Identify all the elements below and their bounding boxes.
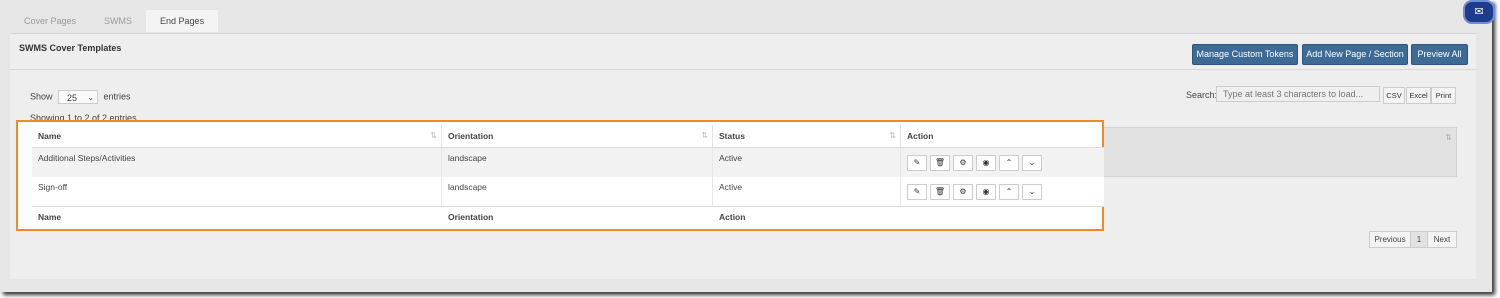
header-status-label: Status [719, 131, 745, 141]
show-label: Show [30, 91, 53, 102]
preview-all-button[interactable]: Preview All [1411, 44, 1468, 65]
chevron-up-icon[interactable]: ⌃ [999, 155, 1019, 171]
sort-icon: ⇅ [889, 131, 896, 140]
footer-action: Action [719, 212, 746, 222]
sort-icon: ⇅ [430, 131, 437, 140]
pagination-previous[interactable]: Previous [1369, 231, 1411, 248]
row-name: Sign-off [32, 177, 442, 206]
eye-icon[interactable]: ◉ [976, 155, 996, 171]
footer-name: Name [38, 212, 62, 222]
pagination-next[interactable]: Next [1427, 231, 1457, 248]
row-actions: ✎ 🗑 ⚙ ◉ ⌃ ⌄ [901, 149, 1104, 177]
table-header: Name ⇅ Orientation ⇅ Status ⇅ Action [32, 125, 1104, 148]
pagination-page-1[interactable]: 1 [1410, 231, 1428, 248]
panel-title: SWMS Cover Templates [19, 43, 122, 53]
edit-icon[interactable]: ✎ [907, 184, 927, 200]
entries-select-value: 25 [67, 93, 78, 103]
trash-icon[interactable]: 🗑 [930, 184, 950, 200]
row-status: Active [713, 148, 901, 177]
tab-swms[interactable]: SWMS [90, 10, 146, 32]
sort-icon: ⇅ [701, 131, 708, 140]
chevron-down-icon: ⌄ [87, 93, 95, 102]
manage-custom-tokens-button[interactable]: Manage Custom Tokens [1192, 44, 1298, 65]
mail-icon[interactable]: ✉ [1463, 0, 1495, 24]
panel-divider [10, 69, 1476, 70]
chevron-up-icon[interactable]: ⌃ [999, 184, 1019, 200]
table-row: Sign-off landscape Active ✎ 🗑 ⚙ ◉ ⌃ ⌄ [32, 177, 1104, 207]
row-orientation: landscape [442, 177, 713, 206]
header-orientation[interactable]: Orientation ⇅ [442, 125, 713, 147]
search-input[interactable] [1216, 86, 1380, 102]
row-status: Active [713, 177, 901, 206]
row-name: Additional Steps/Activities [32, 148, 442, 177]
highlighted-table: Name ⇅ Orientation ⇅ Status ⇅ Action Additi… [16, 120, 1104, 231]
header-name[interactable]: Name ⇅ [32, 125, 442, 147]
table-footer: Name Orientation Action [32, 207, 1104, 227]
search-label: Search: [1186, 90, 1218, 100]
header-action: Action [907, 131, 934, 141]
table-row: Additional Steps/Activities landscape Ac… [32, 148, 1104, 178]
gear-icon[interactable]: ⚙ [953, 155, 973, 171]
edit-icon[interactable]: ✎ [907, 155, 927, 171]
footer-empty [901, 207, 1104, 227]
entries-label: entries [103, 91, 131, 102]
print-button[interactable]: Print [1431, 87, 1456, 104]
header-orientation-label: Orientation [448, 131, 494, 141]
sort-icon: ⇅ [1445, 133, 1452, 142]
tab-bar: Cover Pages SWMS End Pages [10, 10, 219, 32]
row-orientation: landscape [442, 148, 713, 177]
entries-length: Show 25 ⌄ entries [30, 90, 131, 104]
excel-button[interactable]: Excel [1406, 87, 1431, 104]
csv-button[interactable]: CSV [1383, 87, 1405, 104]
eye-icon[interactable]: ◉ [976, 184, 996, 200]
add-new-page-button[interactable]: Add New Page / Section [1302, 44, 1408, 65]
header-status[interactable]: Status ⇅ [713, 125, 901, 147]
chevron-down-icon[interactable]: ⌄ [1022, 184, 1042, 200]
tab-cover-pages[interactable]: Cover Pages [10, 10, 90, 32]
chevron-down-icon[interactable]: ⌄ [1022, 155, 1042, 171]
row-actions: ✎ 🗑 ⚙ ◉ ⌃ ⌄ [901, 178, 1104, 206]
footer-orientation: Orientation [448, 212, 494, 222]
header-name-label: Name [38, 131, 62, 141]
trash-icon[interactable]: 🗑 [930, 155, 950, 171]
tab-end-pages[interactable]: End Pages [146, 10, 219, 32]
entries-select[interactable]: 25 ⌄ [58, 90, 99, 104]
gear-icon[interactable]: ⚙ [953, 184, 973, 200]
